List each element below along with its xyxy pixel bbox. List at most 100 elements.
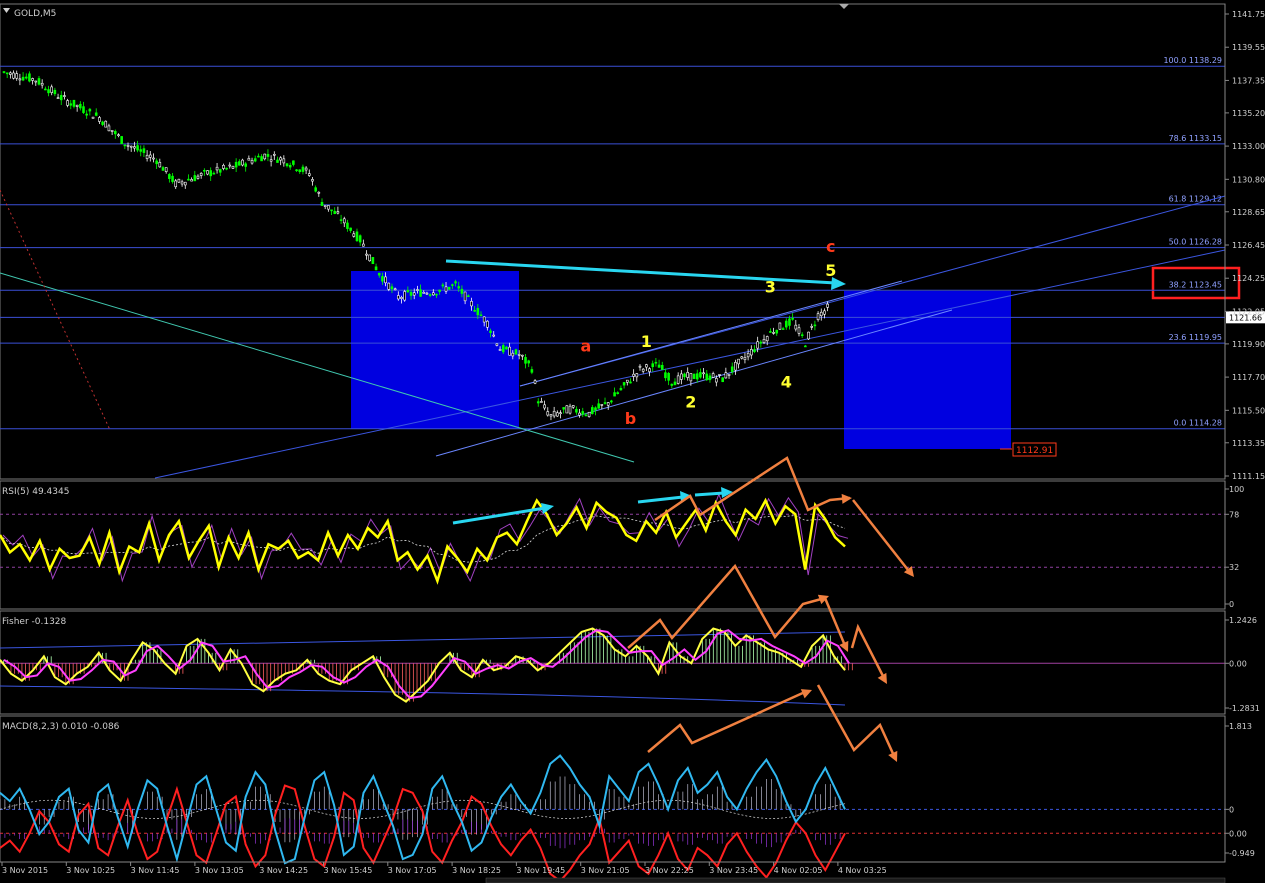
candle-body bbox=[482, 316, 486, 323]
candle-body bbox=[393, 288, 397, 291]
candle-body bbox=[489, 330, 492, 333]
fisher-tick-label: -1.2831 bbox=[1229, 704, 1260, 713]
candle-body bbox=[737, 358, 740, 365]
candle-body bbox=[517, 354, 521, 356]
rsi-title: RSI(5) 49.4345 bbox=[2, 487, 69, 497]
candle-body bbox=[565, 405, 569, 414]
candle-body bbox=[708, 375, 712, 381]
price-tick-label: 1113.35 bbox=[1232, 439, 1265, 448]
macd-panel[interactable]: 1.813 0 0.00 -0.949 MACD(8,2,3) 0.010 -0.08… bbox=[0, 715, 1255, 883]
candle-body bbox=[473, 309, 476, 312]
candle bbox=[120, 135, 123, 145]
candle-body bbox=[457, 286, 461, 289]
candle-body bbox=[31, 78, 34, 81]
candle-body bbox=[257, 155, 260, 158]
wave-label: 3 bbox=[765, 278, 776, 297]
rsi-panel[interactable]: 100 78 32 0 RSI(5) 49.4345 bbox=[0, 480, 1244, 610]
candle-body bbox=[355, 231, 359, 241]
candle-body bbox=[12, 72, 15, 79]
candle-body bbox=[552, 410, 556, 417]
price-panel[interactable]: 1112.91 100.0 1138.2978.6 1133.1561.8 11… bbox=[0, 3, 1265, 481]
candle bbox=[807, 331, 810, 341]
candle-body bbox=[635, 373, 639, 378]
candle-body bbox=[654, 361, 658, 364]
candle-body bbox=[231, 165, 235, 169]
candle-body bbox=[148, 154, 152, 158]
candle-body bbox=[365, 253, 368, 256]
candle-body bbox=[772, 332, 775, 334]
candle-body bbox=[238, 161, 241, 166]
candle-body bbox=[209, 170, 212, 177]
candle-body bbox=[288, 164, 292, 168]
candle-body bbox=[53, 89, 57, 95]
candle-body bbox=[444, 286, 448, 292]
candle-body bbox=[263, 153, 267, 160]
candle-body bbox=[110, 130, 114, 132]
candle-body bbox=[762, 339, 766, 343]
candle-body bbox=[397, 295, 400, 300]
candle-body bbox=[327, 205, 330, 210]
candle-body bbox=[374, 266, 378, 271]
candle-body bbox=[746, 352, 750, 358]
candle-body bbox=[657, 364, 661, 368]
candle-body bbox=[721, 377, 724, 383]
candle-body bbox=[304, 167, 308, 171]
wave-label: 5 bbox=[825, 261, 836, 280]
candle-body bbox=[301, 166, 305, 172]
candle-body bbox=[241, 159, 244, 166]
candle-body bbox=[168, 174, 171, 179]
wave-label: 1 bbox=[641, 332, 652, 351]
candle-body bbox=[441, 284, 445, 287]
fisher-panel[interactable]: 1.2426 0.00 -1.2831 Fisher -0.1328 bbox=[0, 610, 1260, 715]
candle-body bbox=[174, 180, 178, 188]
time-tick-label: 4 Nov 03:25 bbox=[838, 866, 887, 875]
candle bbox=[447, 286, 451, 290]
candle-body bbox=[285, 163, 289, 167]
candle-body bbox=[21, 76, 25, 81]
time-tick-label: 3 Nov 10:25 bbox=[66, 866, 115, 875]
candle-body bbox=[129, 145, 133, 148]
candle-body bbox=[641, 368, 645, 372]
candle-body bbox=[724, 372, 728, 379]
candle-body bbox=[819, 311, 823, 317]
fib-level-label: 23.6 1119.95 bbox=[1169, 333, 1222, 342]
candle-body bbox=[187, 178, 190, 181]
time-tick-label: 3 Nov 13:05 bbox=[195, 866, 244, 875]
candle-body bbox=[756, 341, 759, 349]
candle-body bbox=[447, 286, 451, 290]
candle-body bbox=[171, 175, 174, 182]
candle-body bbox=[371, 257, 375, 265]
chart-canvas[interactable]: 1112.91 100.0 1138.2978.6 1133.1561.8 11… bbox=[0, 0, 1265, 883]
candle-body bbox=[15, 73, 19, 79]
horizontal-scrollbar[interactable] bbox=[485, 877, 1226, 883]
candle-body bbox=[342, 218, 346, 224]
candle-body bbox=[648, 368, 651, 372]
candle bbox=[587, 411, 591, 418]
candle-body bbox=[314, 187, 317, 192]
candle-body bbox=[101, 121, 104, 125]
candle bbox=[371, 257, 375, 265]
candle-body bbox=[28, 73, 31, 82]
candle-body bbox=[94, 112, 98, 116]
candle-body bbox=[578, 412, 581, 416]
candle-body bbox=[695, 373, 699, 380]
candle-body bbox=[718, 374, 721, 376]
candle-body bbox=[603, 402, 607, 404]
candle bbox=[368, 254, 372, 262]
candle-body bbox=[479, 314, 483, 317]
candle-body bbox=[463, 291, 467, 302]
time-tick-label: 3 Nov 23:45 bbox=[709, 866, 758, 875]
rsi-tick-label: 78 bbox=[1229, 510, 1239, 519]
candle-body bbox=[269, 159, 273, 162]
candle-body bbox=[18, 78, 22, 81]
candle-body bbox=[72, 99, 76, 107]
candle bbox=[241, 158, 244, 167]
candle-body bbox=[734, 362, 737, 371]
candle-body bbox=[320, 202, 324, 206]
candle-body bbox=[9, 72, 12, 75]
candle-body bbox=[562, 407, 565, 410]
candle-body bbox=[568, 405, 572, 414]
candle-body bbox=[498, 349, 502, 351]
price-tick-label: 1126.45 bbox=[1232, 241, 1265, 250]
rsi-tick-label: 100 bbox=[1229, 485, 1244, 494]
